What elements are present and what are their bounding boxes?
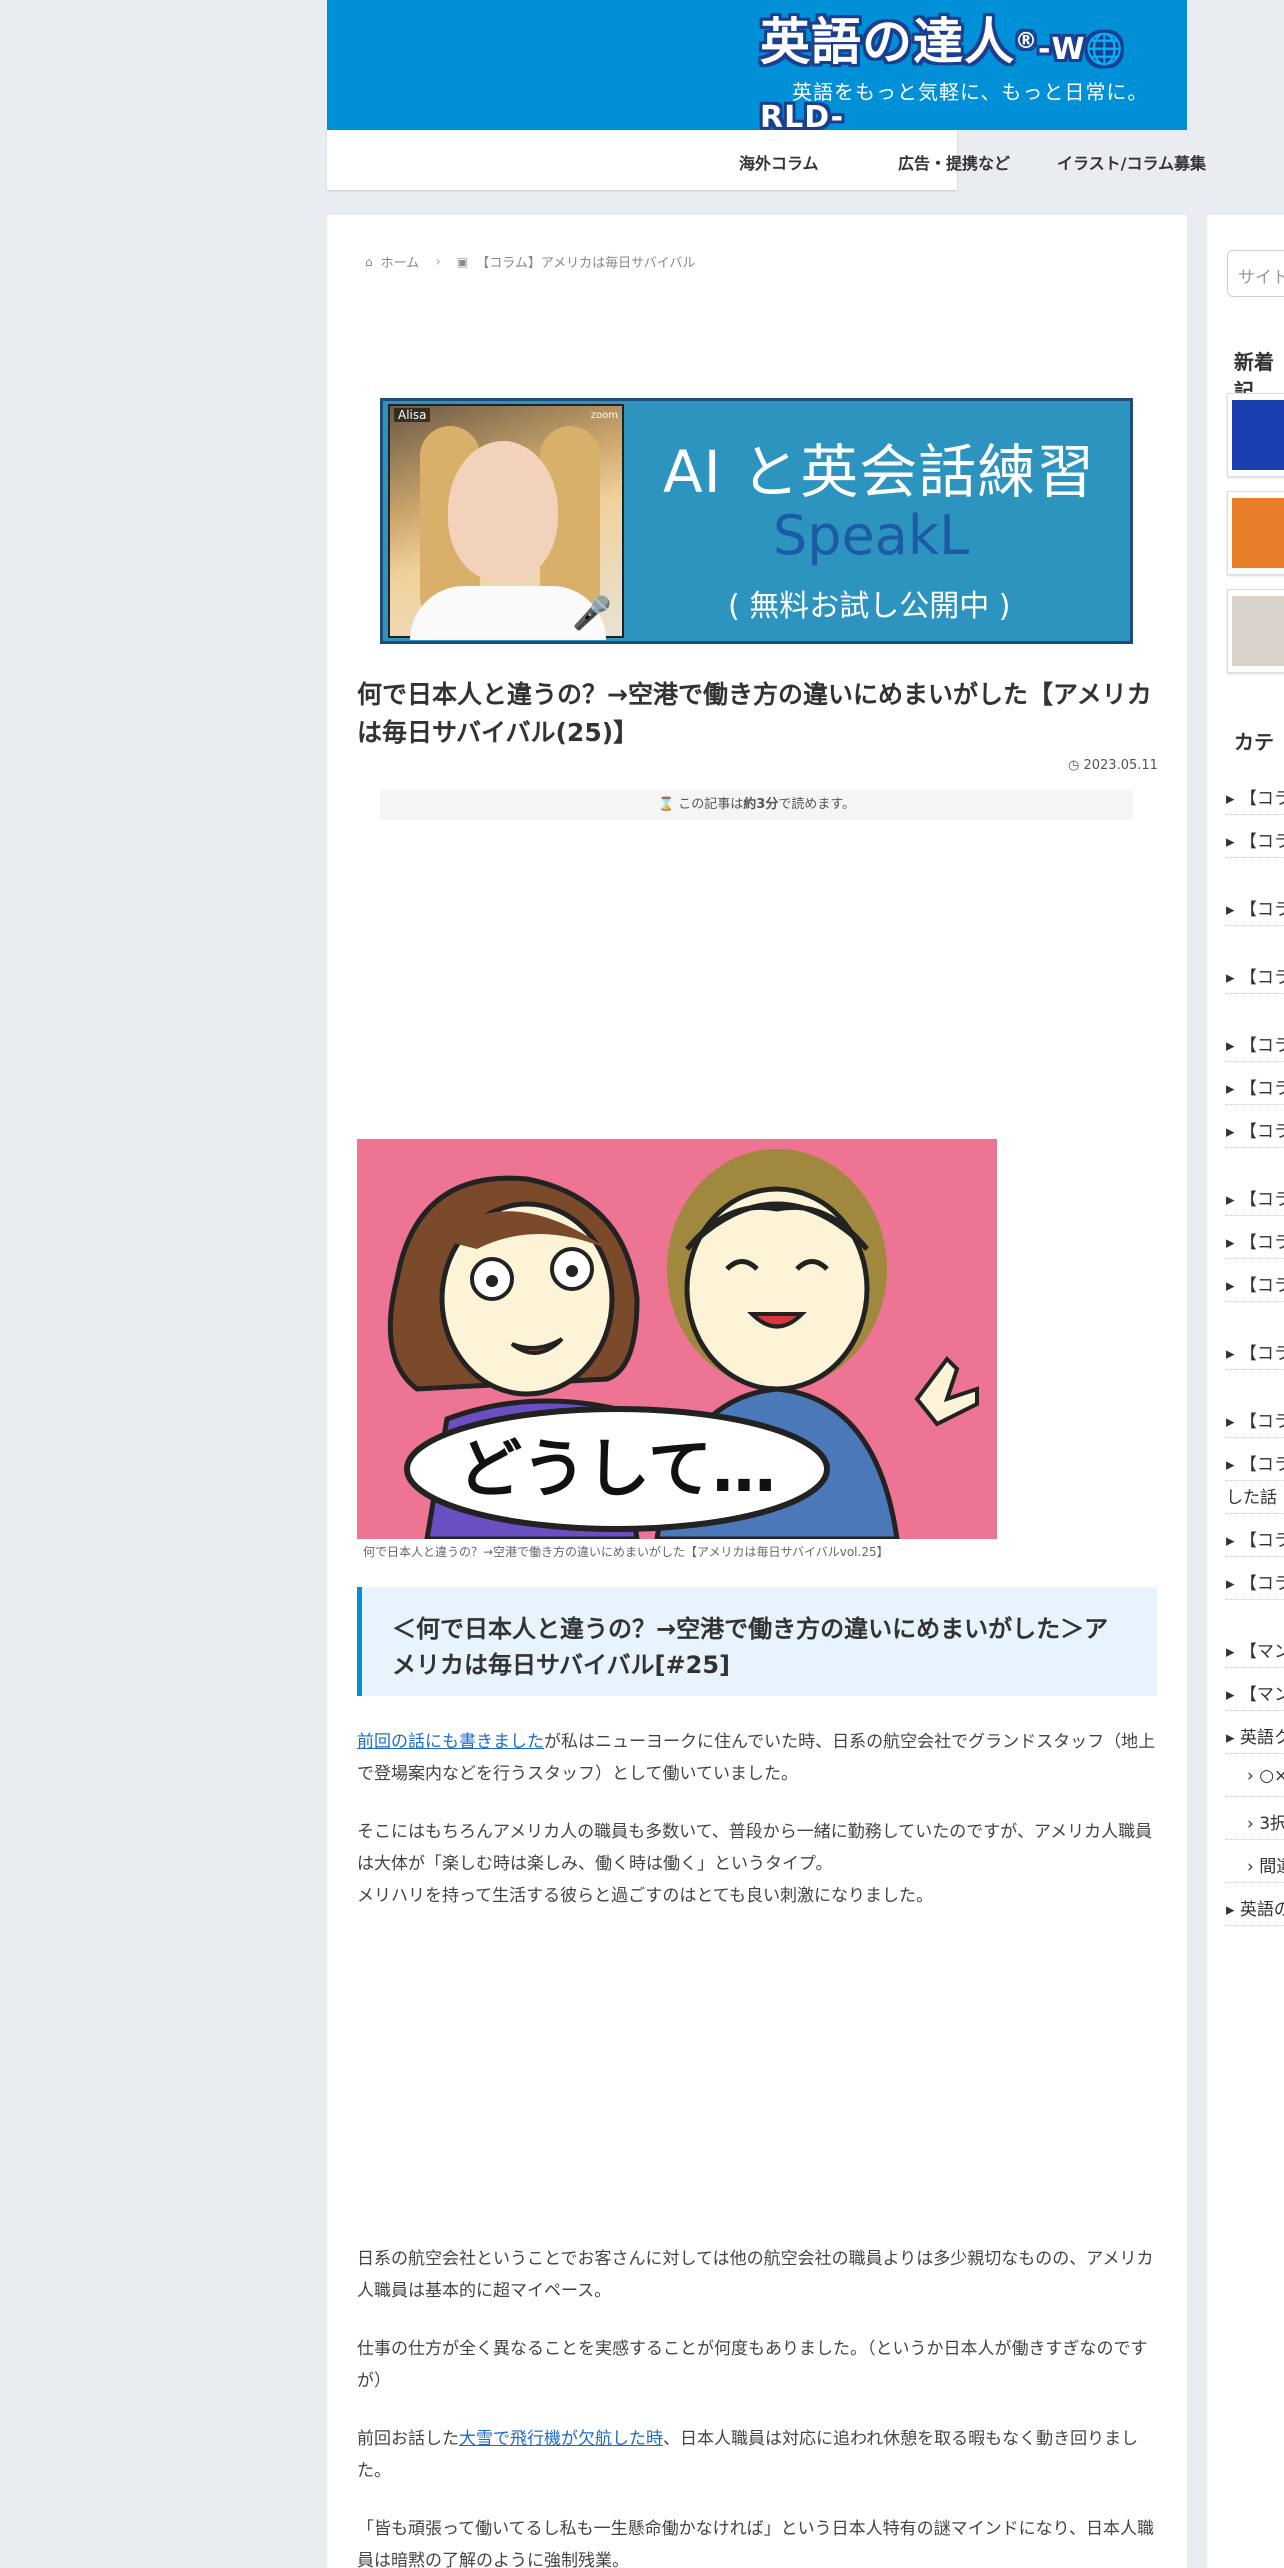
paragraph-2b-text: メリハリを持って生活する彼らと過ごすのはとても良い刺激になりました。 [357, 1886, 933, 1906]
category-divider [1226, 1258, 1284, 1259]
category-item[interactable]: ▸ 【コラ [1226, 1339, 1284, 1364]
snowstorm-story-link[interactable]: 大雪で飛行機が欠航した時 [459, 2429, 663, 2449]
ad-brand: SpeakL [773, 504, 970, 567]
paragraph-1: 前回の話にも書きましたが私はニューヨークに住んでいた時、日系の航空会社でグランド… [357, 1726, 1157, 1790]
nav-item-recruit[interactable]: イラスト/コラム募集 [1057, 150, 1206, 174]
post-title: 何で日本人と違うの？→空港で働き方の違いにめまいがした【アメリカは毎日サバイバル… [357, 680, 1152, 747]
logo-main-text: 英語の達人 [760, 13, 1015, 71]
paragraph-6: 「皆も頑張って働いてるし私も一生懸命働かなければ」という日本人特有の謎マインドに… [357, 2519, 1154, 2568]
read-time: ⌛ この記事は約3分で読めます。 [380, 790, 1133, 820]
paragraph-5: 前回お話した大雪で飛行機が欠航した時、日本人職員は対応に追われ休憩を取る暇もなく… [357, 2423, 1157, 2487]
category-divider [1226, 1667, 1284, 1668]
folder-icon: ▣ [456, 254, 469, 269]
ad-subtitle: ( 無料お試し公開中 ) [728, 589, 1011, 624]
post-date: ◷ 2023.05.11 [1068, 758, 1158, 773]
new-post-thumb-1[interactable] [1227, 393, 1284, 477]
home-icon: ⌂ [365, 254, 373, 269]
category-divider [1226, 1839, 1284, 1840]
post-date-value: 2023.05.11 [1083, 758, 1158, 773]
category-item[interactable]: ▸ 【コラ [1226, 1450, 1284, 1475]
read-time-value: 約3分 [743, 797, 779, 812]
category-divider [1226, 925, 1284, 926]
category-item[interactable]: › ○× [1247, 1766, 1284, 1786]
category-divider [1226, 814, 1284, 815]
category-divider [1226, 1147, 1284, 1148]
chevron-right-icon: › [435, 253, 441, 270]
category-divider [1226, 1104, 1284, 1105]
new-post-thumb-3[interactable] [1227, 589, 1284, 673]
category-divider [1226, 993, 1284, 994]
global-nav [327, 130, 957, 190]
category-divider [1226, 1710, 1284, 1711]
ad-title: AI と英会話練習 [663, 438, 1096, 506]
paragraph-3: 日系の航空会社ということでお客さんに対しては他の航空会社の職員よりは多少親切なも… [357, 2249, 1154, 2301]
category-divider [1226, 1599, 1284, 1600]
eyecatch-text: どうして… [458, 1433, 776, 1507]
category-item[interactable]: ▸ 【マン [1226, 1637, 1284, 1662]
category-item[interactable]: ▸ 【マン [1226, 1680, 1284, 1705]
search-input[interactable]: サイト [1227, 250, 1284, 297]
logo-registered-mark: ® [1015, 29, 1038, 54]
category-divider [1226, 1753, 1284, 1754]
read-time-prefix: この記事は [678, 797, 744, 812]
category-item[interactable]: ▸ 【コラ [1226, 1074, 1284, 1099]
breadcrumb-home[interactable]: ホーム [381, 252, 420, 271]
ad-photo-tag: Alisa [394, 408, 431, 422]
category-divider [1226, 1556, 1284, 1557]
category-divider [1226, 857, 1284, 858]
category-item[interactable]: › 3択 [1247, 1809, 1284, 1834]
eyecatch-image: どうして… [357, 1139, 997, 1539]
new-post-thumb-2[interactable] [1227, 491, 1284, 575]
nav-item-overseas-column[interactable]: 海外コラム [739, 150, 819, 174]
category-divider [1226, 1796, 1284, 1797]
ad-banner[interactable]: Alisa zoom 🎤 AI と英会話練習 SpeakL ( 無料お試し公開中… [380, 398, 1133, 644]
paragraph-4: 仕事の仕方が全く異なることを実感することが何度もありました。（というか日本人が働… [357, 2339, 1148, 2391]
category-divider [1226, 1882, 1284, 1883]
category-item[interactable]: した話 [1226, 1483, 1277, 1508]
category-item[interactable]: ▸ 【コラ [1226, 1031, 1284, 1056]
category-divider [1226, 1301, 1284, 1302]
category-item[interactable]: ▸ 【コラ [1226, 1526, 1284, 1551]
category-divider [1226, 1513, 1284, 1514]
category-item[interactable]: ▸ 【コラ [1226, 1271, 1284, 1296]
category-divider [1226, 1061, 1284, 1062]
ad-photo: Alisa zoom 🎤 [388, 404, 624, 640]
category-item[interactable]: ▸ 英語の [1226, 1895, 1284, 1920]
category-divider [1226, 1215, 1284, 1216]
category-item[interactable]: ▸ 英語ク [1226, 1723, 1284, 1748]
category-divider [1226, 1480, 1284, 1481]
category-item[interactable]: › 間違 [1247, 1852, 1284, 1877]
paragraph-2: そこにはもちろんアメリカ人の職員も多数いて、普段から一緒に勤務していたのですが、… [357, 1816, 1157, 1912]
category-item[interactable]: ▸ 【コラ [1226, 827, 1284, 852]
category-item[interactable]: ▸ 【コラ [1226, 1569, 1284, 1594]
hourglass-icon: ⌛ [657, 797, 679, 812]
nav-item-ads[interactable]: 広告・提携など [898, 150, 1010, 174]
category-item[interactable]: ▸ 【コラ [1226, 963, 1284, 988]
category-item[interactable]: ▸ 【コラ [1226, 784, 1284, 809]
category-divider [1226, 1925, 1284, 1926]
read-time-suffix: で読めます。 [778, 797, 856, 812]
breadcrumb: ⌂ ホーム › ▣ 【コラム】アメリカは毎日サバイバル [365, 252, 695, 272]
zoom-icon: zoom [590, 410, 618, 421]
paragraph-5-pre: 前回お話した [357, 2429, 459, 2449]
image-caption: 何で日本人と違うの？→空港で働き方の違いにめまいがした【アメリカは毎日サバイバル… [363, 1545, 889, 1559]
previous-story-link[interactable]: 前回の話にも書きました [357, 1732, 544, 1752]
category-item[interactable]: ▸ 【コラ [1226, 1407, 1284, 1432]
category-item[interactable]: ▸ 【コラ [1226, 895, 1284, 920]
category-divider [1226, 1369, 1284, 1370]
eyecatch-illustration: どうして… [357, 1139, 997, 1539]
category-item[interactable]: ▸ 【コラ [1226, 1117, 1284, 1142]
section-heading: ＜何で日本人と違うの？→空港で働き方の違いにめまいがした＞アメリカは毎日サバイバ… [357, 1587, 1157, 1696]
categories-heading: カテ [1234, 730, 1274, 754]
category-divider [1226, 1437, 1284, 1438]
breadcrumb-current[interactable]: 【コラム】アメリカは毎日サバイバル [476, 252, 695, 271]
clock-icon: ◷ [1068, 758, 1084, 773]
paragraph-2-text: そこにはもちろんアメリカ人の職員も多数いて、普段から一緒に勤務していたのですが、… [357, 1822, 1153, 1874]
category-item[interactable]: ▸ 【コラ [1226, 1185, 1284, 1210]
category-item[interactable]: ▸ 【コラ [1226, 1228, 1284, 1253]
site-tagline: 英語をもっと気軽に、もっと日常に。 [792, 80, 1149, 104]
microphone-icon: 🎤 [572, 594, 612, 632]
